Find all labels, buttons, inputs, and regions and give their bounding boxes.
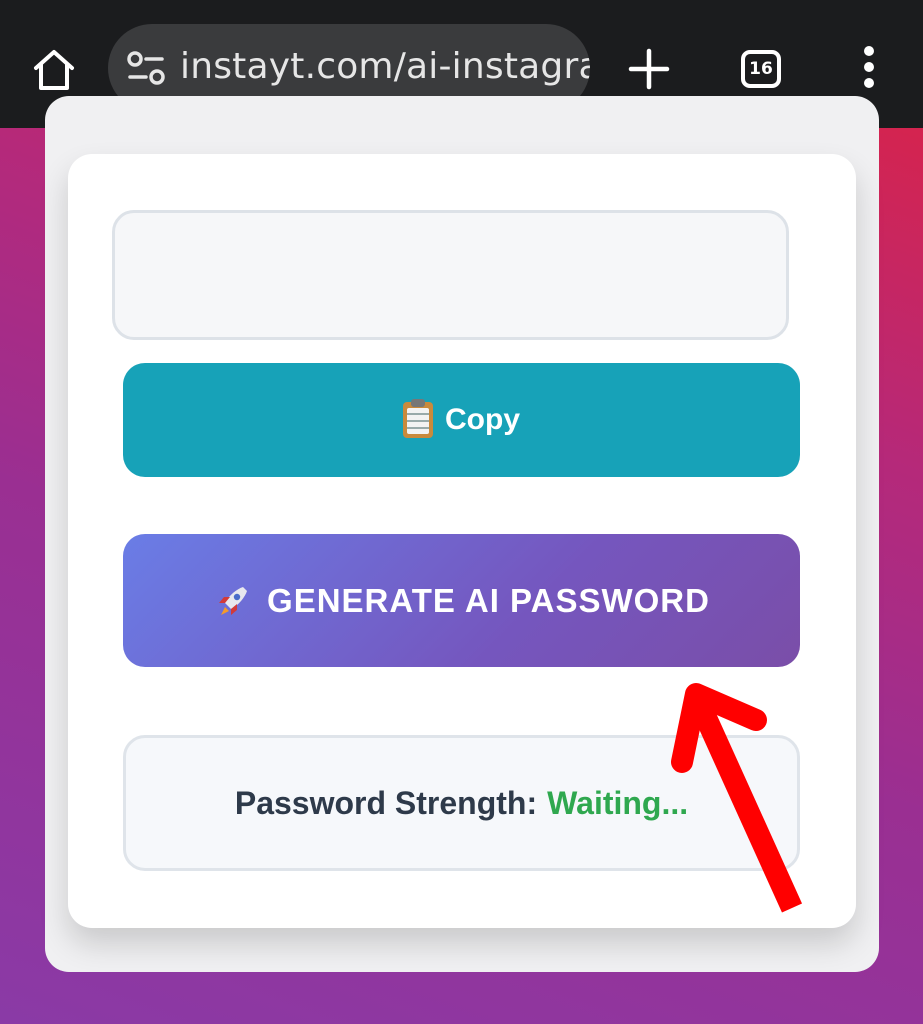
site-settings-icon[interactable] (126, 50, 166, 86)
strength-label: Password Strength: (234, 784, 538, 821)
menu-dot (864, 46, 874, 56)
menu-dot (864, 62, 874, 72)
clipboard-icon (403, 399, 433, 438)
annotation-arrow-icon (671, 683, 803, 913)
more-vert-icon[interactable] (858, 46, 880, 92)
generate-button-label: GENERATE AI PASSWORD (267, 581, 710, 619)
home-icon[interactable] (30, 46, 78, 94)
rocket-icon (219, 586, 248, 615)
copy-button-label: Copy (445, 403, 520, 436)
tab-switcher-icon[interactable]: 16 (741, 50, 781, 88)
generated-password-field[interactable] (112, 210, 789, 340)
generate-password-button[interactable]: GENERATE AI PASSWORD (123, 534, 800, 667)
plus-icon[interactable] (628, 48, 670, 90)
menu-dot (864, 78, 874, 88)
url-text[interactable]: instayt.com/ai-instagra (180, 46, 590, 87)
copy-button[interactable]: Copy (123, 363, 800, 477)
